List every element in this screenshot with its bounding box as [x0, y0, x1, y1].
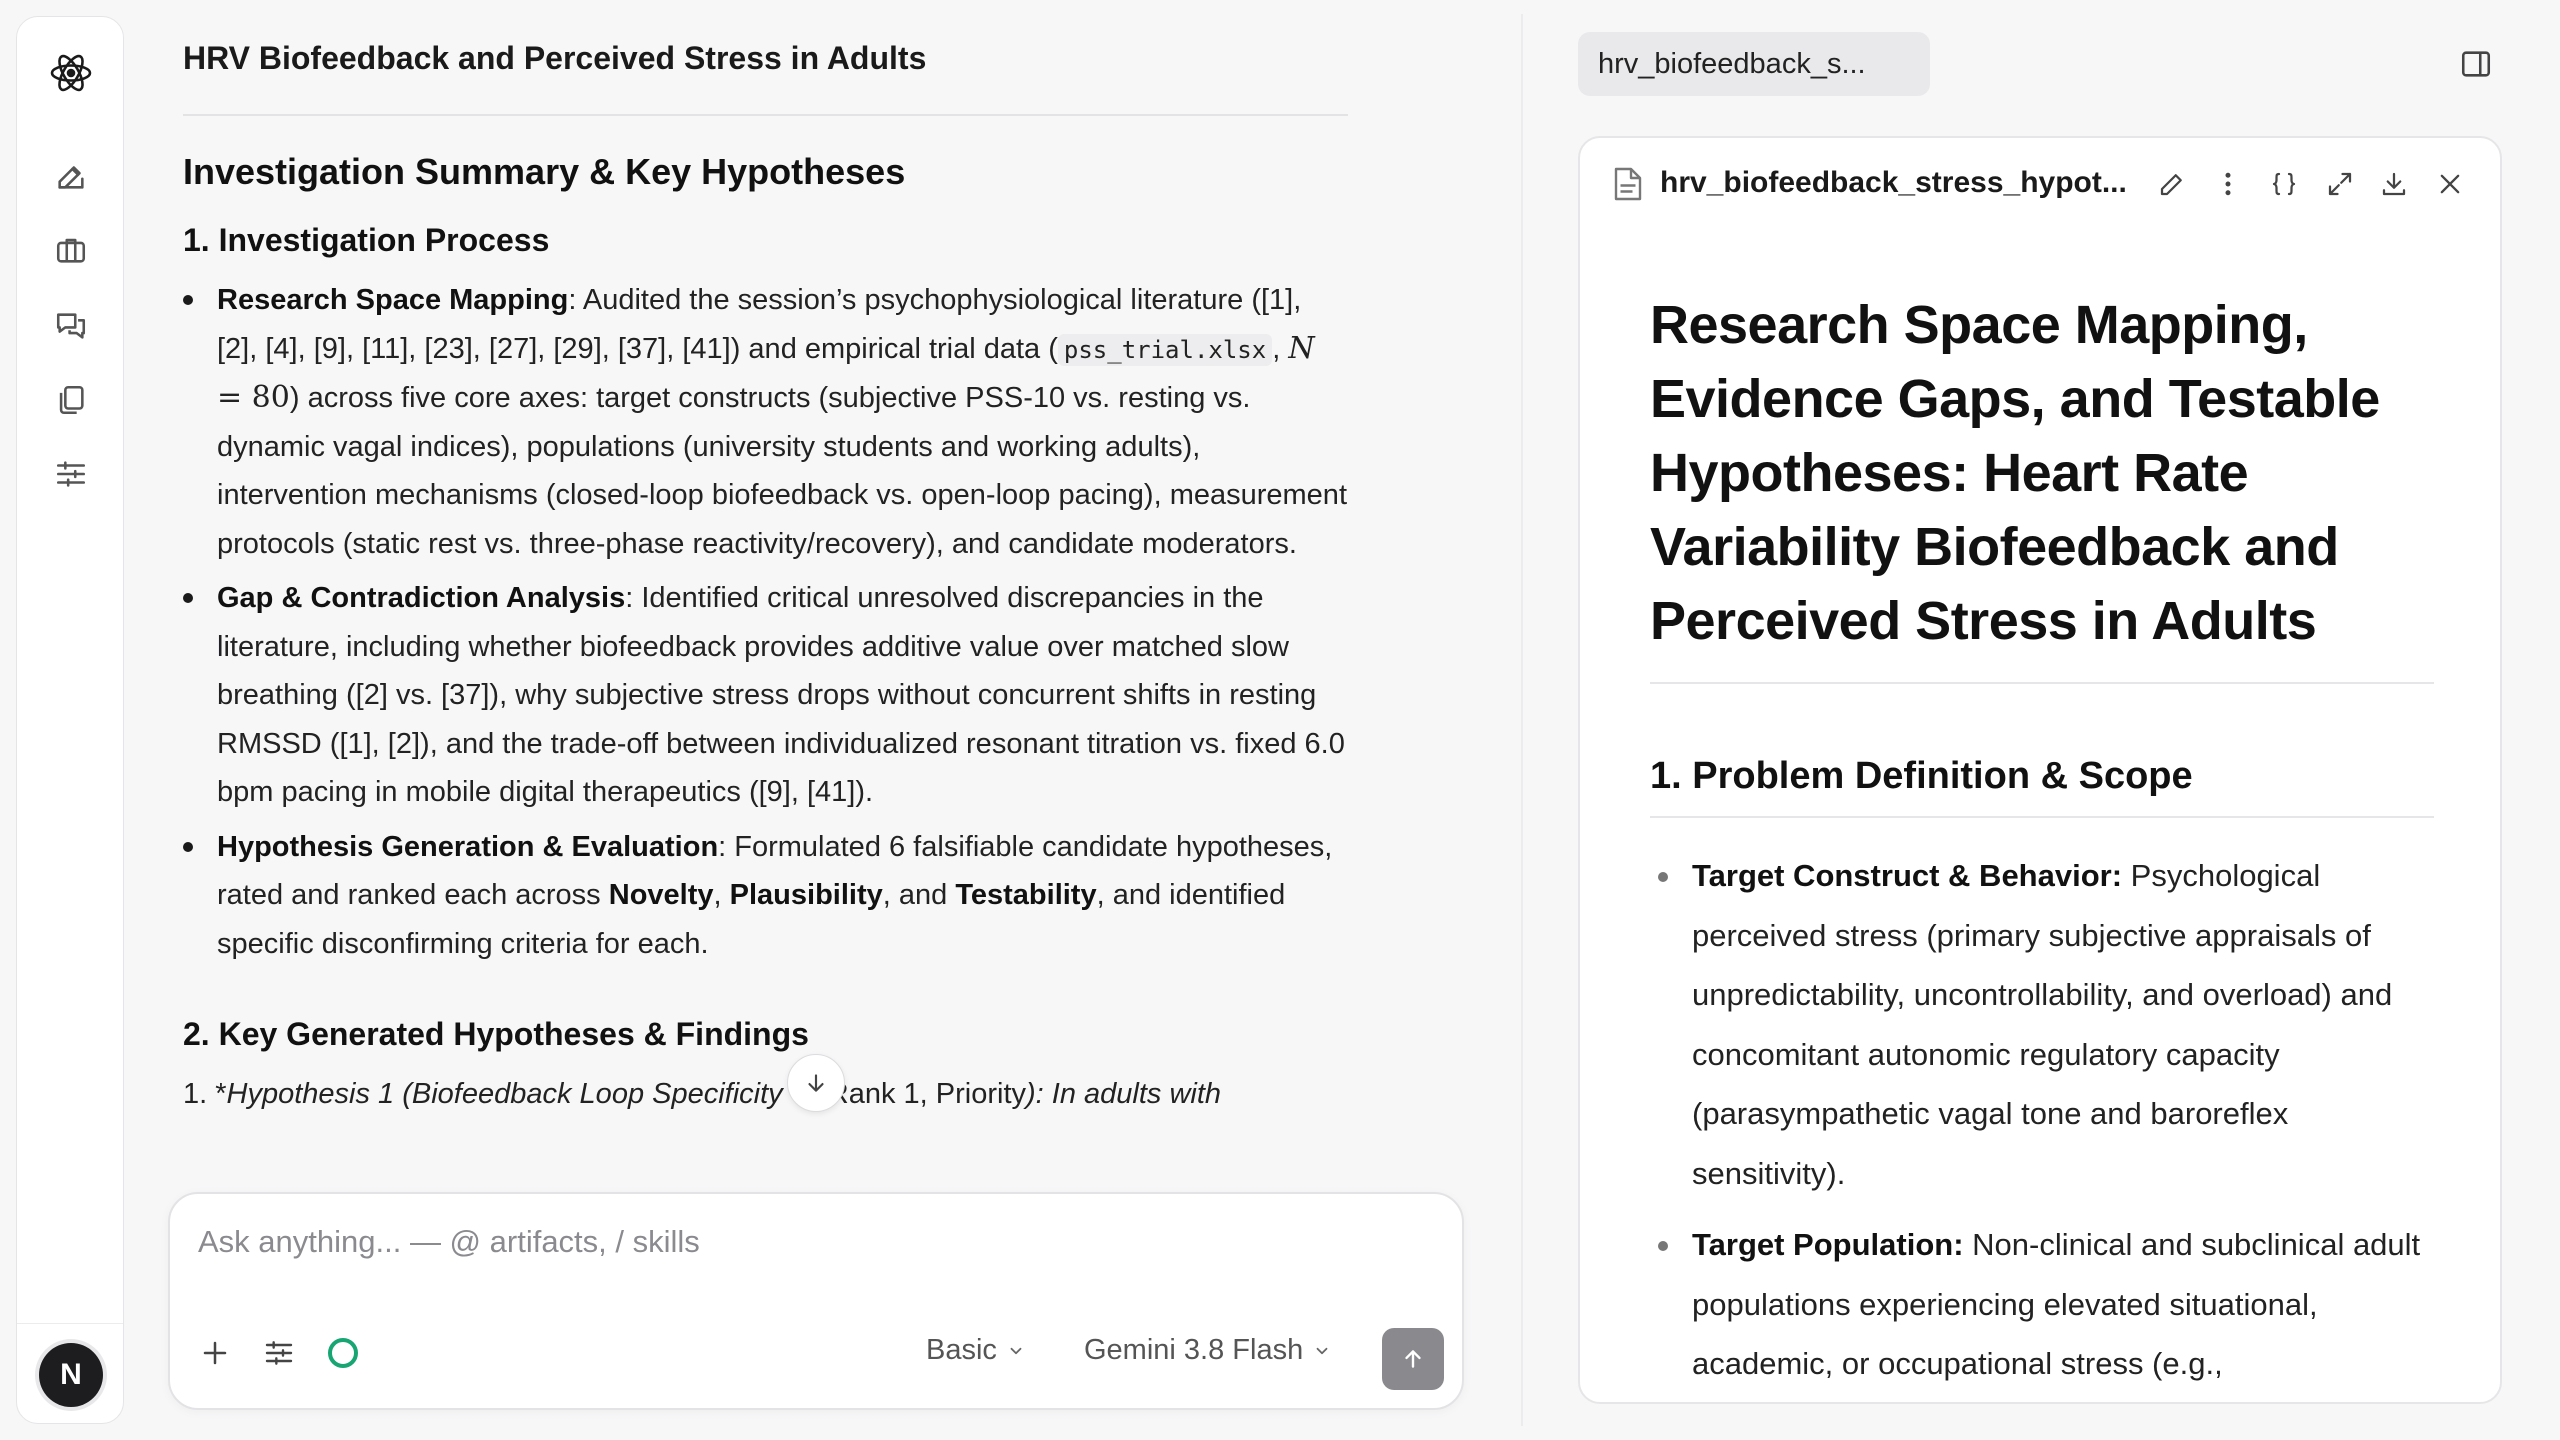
toggle-sidebar-button[interactable]: [2452, 40, 2500, 88]
connection-status-icon: [328, 1338, 358, 1368]
criterion-novelty: Novelty: [608, 879, 714, 911]
close-panel-button[interactable]: [2428, 162, 2472, 206]
artifact-content: Research Space Mapping, Evidence Gaps, a…: [1650, 288, 2434, 1402]
braces-icon: [2272, 172, 2296, 196]
view-source-button[interactable]: [2262, 162, 2306, 206]
artifact-file-name: hrv_biofeedback_stress_hypot...: [1660, 166, 2127, 199]
conversation-title: HRV Biofeedback and Perceived Stress in …: [183, 40, 927, 76]
send-button[interactable]: [1382, 1328, 1444, 1390]
more-vertical-icon: [2225, 172, 2231, 196]
list-item: Target Population: Non-clinical and subc…: [1650, 1215, 2434, 1394]
left-rail: N: [16, 16, 124, 1424]
mode-selector[interactable]: Basic: [926, 1334, 1025, 1367]
chat-bubbles-icon[interactable]: [48, 303, 94, 349]
section-heading: 1. Problem Definition & Scope: [1650, 750, 2434, 818]
add-attachment-button[interactable]: [194, 1332, 236, 1374]
close-icon: [2440, 174, 2460, 194]
title-divider: [1650, 682, 2434, 684]
criterion-testability: Testability: [955, 879, 1097, 911]
more-options-button[interactable]: [2206, 162, 2250, 206]
arrow-down-icon: [808, 1074, 824, 1092]
criterion-plausibility: Plausibility: [729, 879, 883, 911]
rail-divider: [17, 1323, 123, 1324]
composer-input[interactable]: Ask anything... — @ artifacts, / skills: [198, 1224, 700, 1260]
hypothesis-prefix: 1. *: [183, 1078, 227, 1110]
title-divider: [183, 114, 1348, 116]
findings-heading: 2. Key Generated Hypotheses & Findings: [183, 1016, 809, 1052]
bullet-text: , and: [882, 879, 956, 911]
math-expression: = 80: [217, 380, 290, 415]
list-item: Gap & Contradiction Analysis: Identified…: [183, 574, 1348, 817]
download-button[interactable]: [2372, 162, 2416, 206]
chevron-down-icon: [1010, 1347, 1022, 1354]
sliders-icon[interactable]: [48, 451, 94, 497]
process-heading: 1. Investigation Process: [183, 222, 550, 258]
document-title: Research Space Mapping, Evidence Gaps, a…: [1650, 295, 2380, 651]
new-chat-icon[interactable]: [48, 153, 94, 199]
pencil-icon: [2160, 174, 2182, 196]
edit-button[interactable]: [2150, 162, 2194, 206]
artifact-header: hrv_biofeedback_stress_hypot...: [1580, 138, 2500, 230]
list-item: Target Construct & Behavior: Psychologic…: [1650, 846, 2434, 1203]
expand-icon: [2328, 172, 2352, 196]
sliders-icon: [265, 1341, 293, 1365]
model-selector[interactable]: Gemini 3.8 Flash: [1084, 1334, 1331, 1367]
copy-documents-icon[interactable]: [48, 377, 94, 423]
bullet-label: Research Space Mapping: [217, 284, 569, 316]
atom-logo-icon[interactable]: [43, 45, 99, 101]
bullet-text: ) across five core axes: target construc…: [217, 382, 1347, 560]
item-label: Target Population:: [1692, 1227, 1964, 1262]
panel-divider[interactable]: [1521, 14, 1523, 1426]
user-avatar[interactable]: N: [39, 1343, 103, 1407]
bullet-label: Gap & Contradiction Analysis: [217, 582, 626, 614]
assistant-message: Investigation Summary & Key Hypotheses 1…: [183, 148, 1348, 1118]
expand-button[interactable]: [2318, 162, 2362, 206]
chat-transcript: HRV Biofeedback and Perceived Stress in …: [183, 0, 1348, 1190]
item-label: Target Construct & Behavior:: [1692, 858, 2123, 893]
tools-button[interactable]: [258, 1332, 300, 1374]
hypothesis-text: ): In adults with: [1026, 1078, 1222, 1110]
hypotheses-list: 1. *Hypothesis 1 (Biofeedback Loop Speci…: [183, 1070, 1348, 1118]
bullet-text: ,: [1272, 332, 1289, 365]
bullet-label: Hypothesis Generation & Evaluation: [217, 830, 719, 863]
summary-heading: Investigation Summary & Key Hypotheses: [183, 151, 906, 192]
list-item: Hypothesis Generation & Evaluation: Form…: [183, 823, 1348, 969]
bullet-text: ,: [713, 879, 730, 911]
math-variable: N: [1288, 330, 1315, 366]
bullet-text: : Identified critical unresolved discrep…: [217, 582, 1345, 808]
message-composer[interactable]: Ask anything... — @ artifacts, / skills …: [168, 1192, 1464, 1410]
artifact-tab[interactable]: hrv_biofeedback_s...: [1578, 32, 1930, 96]
artifact-tab-label: hrv_biofeedback_s...: [1598, 47, 1866, 80]
document-icon: [1608, 162, 1648, 206]
sidebar-panel-icon: [2461, 51, 2491, 77]
model-label: Gemini 3.8 Flash: [1084, 1334, 1304, 1366]
file-reference: pss_trial.xlsx: [1057, 333, 1273, 366]
download-icon: [2382, 172, 2406, 196]
arrow-up-icon: [1405, 1350, 1421, 1368]
scope-list: Target Construct & Behavior: Psychologic…: [1650, 846, 2434, 1394]
artifact-viewer: hrv_biofeedback_stress_hypot... Research…: [1578, 136, 2502, 1404]
plus-icon: [203, 1341, 227, 1365]
scroll-to-bottom-button[interactable]: [787, 1054, 845, 1112]
mode-label: Basic: [926, 1334, 997, 1366]
process-list: Research Space Mapping: Audited the sess…: [183, 276, 1348, 968]
hypothesis-title: Hypothesis 1 (Biofeedback Loop Specifici…: [226, 1078, 783, 1110]
briefcase-icon[interactable]: [48, 227, 94, 273]
avatar-initial: N: [60, 1358, 82, 1391]
chevron-down-icon: [1316, 1347, 1328, 1354]
list-item: Research Space Mapping: Audited the sess…: [183, 276, 1348, 568]
item-text: Psychological perceived stress (primary …: [1692, 858, 2393, 1191]
list-item: 1. *Hypothesis 1 (Biofeedback Loop Speci…: [183, 1070, 1348, 1118]
